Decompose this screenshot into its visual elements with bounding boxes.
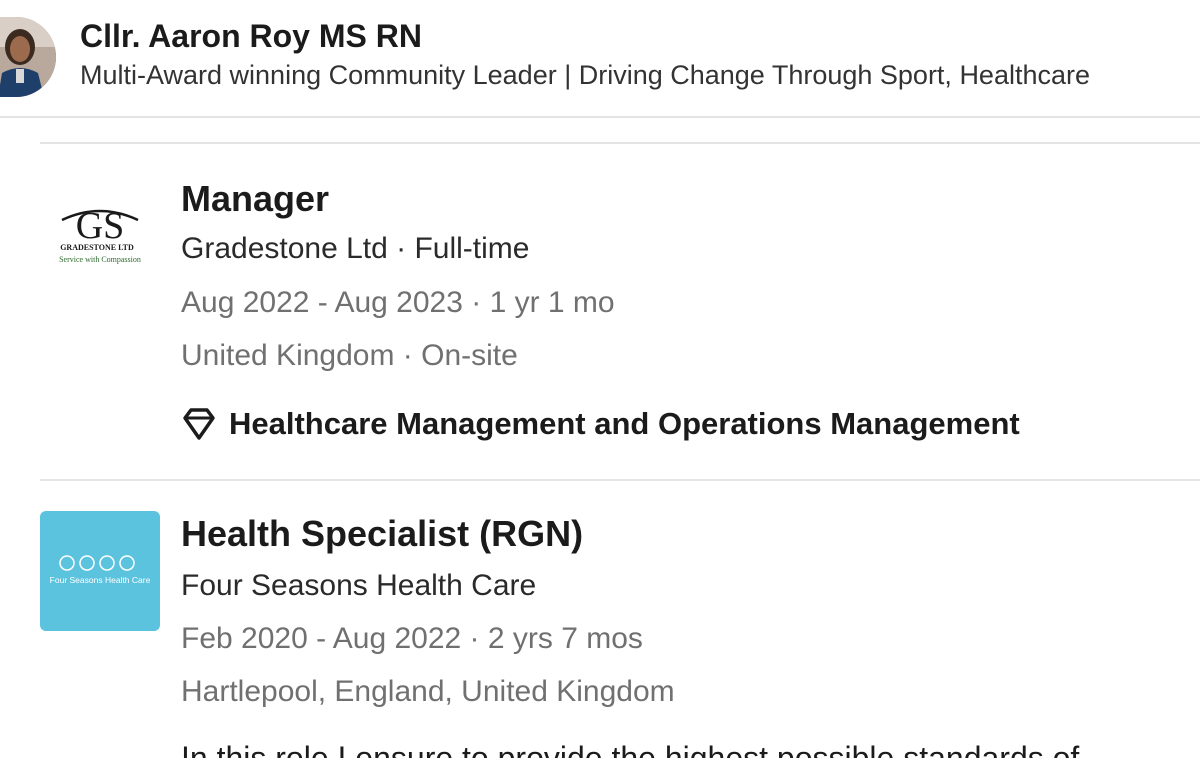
item-divider (40, 479, 1200, 481)
gs-logo-name: GRADESTONE LTD (60, 243, 134, 252)
section-divider (40, 142, 1200, 144)
avatar[interactable] (0, 17, 56, 97)
skills-row[interactable]: Healthcare Management and Operations Man… (181, 406, 1020, 442)
diamond-icon (183, 408, 215, 440)
gs-logo-tagline: Service with Compassion (59, 255, 141, 264)
job-title[interactable]: Manager (181, 178, 329, 220)
company-line: Four Seasons Health Care (181, 569, 537, 602)
company-line: Gradestone Ltd · Full-time (181, 232, 530, 265)
profile-name[interactable]: Cllr. Aaron Roy MS RN (80, 18, 422, 55)
job-description: In this role I ensure to provide the hig… (181, 740, 1080, 758)
fs-logo-name: Four Seasons Health Care (50, 575, 151, 585)
four-seasons-logo[interactable]: Four Seasons Health Care (40, 511, 160, 631)
profile-header: Cllr. Aaron Roy MS RN Multi-Award winnin… (0, 0, 1200, 118)
gradestone-logo[interactable]: GS GRADESTONE LTD Service with Compassio… (40, 180, 160, 300)
experience-page: Cllr. Aaron Roy MS RN Multi-Award winnin… (0, 0, 1200, 758)
skills-text: Healthcare Management and Operations Man… (229, 406, 1020, 441)
job-dates: Aug 2022 - Aug 2023 · 1 yr 1 mo (181, 286, 615, 319)
job-location: United Kingdom · On-site (181, 339, 518, 372)
profile-headline: Multi-Award winning Community Leader | D… (80, 60, 1091, 90)
gs-monogram: GS (76, 205, 125, 247)
job-dates: Feb 2020 - Aug 2022 · 2 yrs 7 mos (181, 622, 643, 655)
job-location: Hartlepool, England, United Kingdom (181, 675, 675, 708)
job-title[interactable]: Health Specialist (RGN) (181, 513, 583, 555)
